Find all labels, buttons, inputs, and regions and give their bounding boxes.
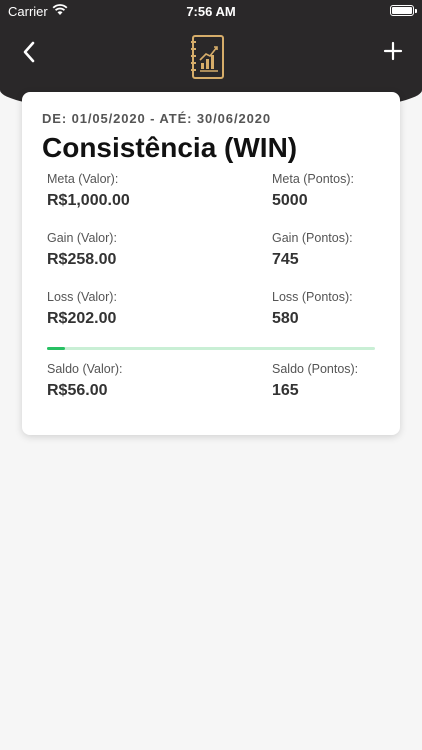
gain-pontos-label: Gain (Pontos): [272, 231, 353, 245]
chevron-left-icon [23, 41, 35, 63]
meta-valor-label: Meta (Valor): [47, 172, 119, 186]
progress-fill [47, 347, 66, 350]
loss-pontos-value: 580 [272, 310, 299, 327]
progress-bar [47, 347, 375, 350]
plus-icon [383, 41, 403, 61]
consistency-card[interactable]: DE: 01/05/2020 - ATÉ: 30/06/2020 Consist… [22, 92, 400, 435]
battery-icon [390, 5, 417, 16]
loss-valor-field: Loss (Valor): R$202.00 [47, 290, 117, 328]
meta-valor-field: Meta (Valor): R$1,000.00 [47, 172, 130, 210]
gain-pontos-value: 745 [272, 251, 299, 268]
notebook-chart-icon [191, 35, 224, 79]
loss-valor-label: Loss (Valor): [47, 290, 117, 304]
gain-valor-field: Gain (Valor): R$258.00 [47, 231, 117, 269]
card-title: Consistência (WIN) [42, 132, 298, 163]
meta-pontos-field: Meta (Pontos): 5000 [272, 172, 354, 210]
meta-valor-value: R$1,000.00 [47, 192, 130, 209]
loss-valor-value: R$202.00 [47, 310, 117, 327]
period-label: DE: 01/05/2020 - ATÉ: 30/06/2020 [42, 111, 271, 126]
saldo-pontos-field: Saldo (Pontos): 165 [272, 362, 358, 400]
gain-valor-value: R$258.00 [47, 251, 117, 268]
gain-valor-label: Gain (Valor): [47, 231, 117, 245]
add-button[interactable] [382, 40, 404, 62]
status-time: 7:56 AM [186, 4, 236, 19]
meta-pontos-value: 5000 [272, 192, 308, 209]
gain-pontos-field: Gain (Pontos): 745 [272, 231, 353, 269]
saldo-valor-label: Saldo (Valor): [47, 362, 123, 376]
status-bar: Carrier 7:56 AM [0, 0, 422, 22]
saldo-valor-field: Saldo (Valor): R$56.00 [47, 362, 123, 400]
saldo-pontos-label: Saldo (Pontos): [272, 362, 359, 376]
back-button[interactable] [18, 38, 42, 66]
loss-pontos-label: Loss (Pontos): [272, 290, 353, 304]
loss-pontos-field: Loss (Pontos): 580 [272, 290, 353, 328]
saldo-valor-value: R$56.00 [47, 382, 108, 399]
saldo-pontos-value: 165 [272, 382, 299, 399]
meta-pontos-label: Meta (Pontos): [272, 172, 354, 186]
